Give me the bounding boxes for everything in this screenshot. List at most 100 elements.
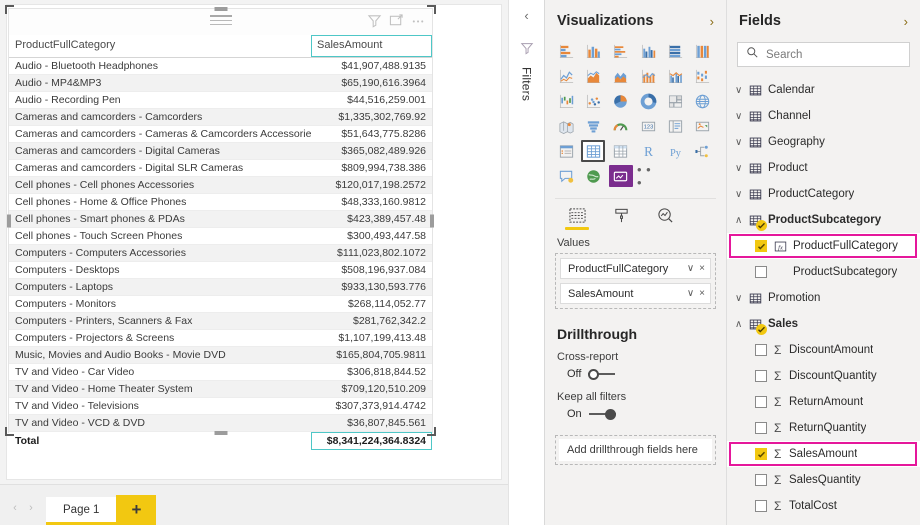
table-row[interactable]: Computers - Printers, Scanners & Fax$281…	[9, 313, 432, 330]
table-visual[interactable]: ProductFullCategory SalesAmount Audio - …	[8, 8, 433, 433]
cell-salesamount[interactable]: $423,389,457.48	[311, 211, 432, 228]
cell-category[interactable]: TV and Video - Home Theater System	[9, 381, 311, 398]
stacked-column-chart-icon[interactable]	[581, 40, 605, 62]
cell-category[interactable]: Computers - Computers Accessories	[9, 245, 311, 262]
cell-salesamount[interactable]: $365,082,489.926	[311, 143, 432, 160]
kpi-icon[interactable]	[691, 115, 715, 137]
table-row[interactable]: Computers - Monitors$268,114,052.77	[9, 296, 432, 313]
stacked-area-chart-icon[interactable]	[609, 65, 633, 87]
field-checkbox[interactable]	[755, 344, 767, 356]
cell-salesamount[interactable]: $933,130,593.776	[311, 279, 432, 296]
table-row[interactable]: Audio - Recording Pen$44,516,259.001	[9, 92, 432, 109]
line-chart-icon[interactable]	[554, 65, 578, 87]
cell-salesamount[interactable]: $36,807,845.561	[311, 415, 432, 432]
clustered-bar-chart-icon[interactable]	[609, 40, 633, 62]
donut-chart-icon[interactable]	[636, 90, 660, 112]
cell-salesamount[interactable]: $111,023,802.1072	[311, 245, 432, 262]
table-row[interactable]: Cameras and camcorders - Cameras & Camco…	[9, 126, 432, 143]
cell-category[interactable]: Audio - MP4&MP3	[9, 75, 311, 92]
cross-report-toggle[interactable]	[588, 369, 615, 380]
cell-salesamount[interactable]: $1,107,199,413.48	[311, 330, 432, 347]
cell-category[interactable]: Audio - Recording Pen	[9, 92, 311, 109]
cell-category[interactable]: Cell phones - Touch Screen Phones	[9, 228, 311, 245]
cell-salesamount[interactable]: $307,373,914.4742	[311, 398, 432, 415]
cell-salesamount[interactable]: $48,333,160.9812	[311, 194, 432, 211]
visual-drag-grip[interactable]	[210, 15, 232, 24]
cell-salesamount[interactable]: $165,804,705.9811	[311, 347, 432, 364]
waterfall-chart-icon[interactable]	[554, 90, 578, 112]
cell-category[interactable]: Music, Movies and Audio Books - Movie DV…	[9, 347, 311, 364]
table-row[interactable]: Music, Movies and Audio Books - Movie DV…	[9, 347, 432, 364]
remove-field-icon[interactable]: ×	[699, 288, 705, 299]
field-checkbox[interactable]	[755, 422, 767, 434]
line-clustered-column-chart-icon[interactable]	[663, 65, 687, 87]
field-productsubcategory[interactable]: ProductSubcategory	[727, 259, 920, 285]
cell-salesamount[interactable]: $709,120,510.209	[311, 381, 432, 398]
table-row[interactable]: Cell phones - Touch Screen Phones$300,49…	[9, 228, 432, 245]
ribbon-chart-icon[interactable]	[691, 65, 715, 87]
format-tab[interactable]	[609, 207, 633, 230]
map-icon[interactable]	[691, 90, 715, 112]
cell-salesamount[interactable]: $41,907,488.9135	[311, 58, 432, 75]
analytics-tab[interactable]	[653, 207, 677, 230]
page-prev-button[interactable]: ‹	[8, 502, 22, 514]
field-salesquantity[interactable]: ΣSalesQuantity	[727, 467, 920, 493]
cell-category[interactable]: Computers - Printers, Scanners & Fax	[9, 313, 311, 330]
cell-category[interactable]: Computers - Monitors	[9, 296, 311, 313]
cell-salesamount[interactable]: $51,643,775.8286	[311, 126, 432, 143]
field-discountamount[interactable]: ΣDiscountAmount	[727, 337, 920, 363]
decomposition-tree-icon[interactable]	[691, 140, 715, 162]
field-returnamount[interactable]: ΣReturnAmount	[727, 389, 920, 415]
table-row[interactable]: Cameras and camcorders - Camcorders$1,33…	[9, 109, 432, 126]
page-next-button[interactable]: ›	[24, 502, 38, 514]
chevron-up-icon[interactable]: ∧	[735, 319, 749, 330]
total-value[interactable]: $8,341,224,364.8324	[311, 432, 432, 450]
fields-expand-chevron-icon[interactable]: ›	[904, 14, 908, 29]
clustered-column-chart-icon[interactable]	[636, 40, 660, 62]
table-row[interactable]: TV and Video - Home Theater System$709,1…	[9, 381, 432, 398]
fields-table-calendar[interactable]: ∨Calendar	[727, 77, 920, 103]
values-well[interactable]: ProductFullCategory ∨ × SalesAmount ∨ ×	[555, 253, 716, 309]
chevron-up-icon[interactable]: ∧	[735, 215, 749, 226]
filled-map-icon[interactable]	[554, 115, 578, 137]
focus-mode-icon[interactable]	[389, 13, 404, 28]
table-row[interactable]: Computers - Projectors & Screens$1,107,1…	[9, 330, 432, 347]
chevron-down-icon[interactable]: ∨	[687, 263, 694, 274]
search-input[interactable]: Search	[737, 42, 910, 67]
cell-salesamount[interactable]: $809,994,738.386	[311, 160, 432, 177]
table-row[interactable]: Cameras and camcorders - Digital SLR Cam…	[9, 160, 432, 177]
filters-collapse-chevron-icon[interactable]: ‹	[524, 8, 528, 23]
paginated-report-icon[interactable]	[609, 165, 633, 187]
fields-tab[interactable]	[565, 207, 589, 230]
table-row[interactable]: Computers - Computers Accessories$111,02…	[9, 245, 432, 262]
field-returnquantity[interactable]: ΣReturnQuantity	[727, 415, 920, 441]
cell-salesamount[interactable]: $120,017,198.2572	[311, 177, 432, 194]
multi-row-card-icon[interactable]	[663, 115, 687, 137]
cell-category[interactable]: Computers - Laptops	[9, 279, 311, 296]
table-row[interactable]: Audio - Bluetooth Headphones$41,907,488.…	[9, 58, 432, 75]
gauge-icon[interactable]	[609, 115, 633, 137]
chevron-down-icon[interactable]: ∨	[735, 85, 749, 96]
cell-salesamount[interactable]: $1,335,302,769.92	[311, 109, 432, 126]
cell-category[interactable]: Computers - Projectors & Screens	[9, 330, 311, 347]
chevron-down-icon[interactable]: ∨	[735, 293, 749, 304]
stacked-bar-chart-icon[interactable]	[554, 40, 578, 62]
visualizations-expand-chevron-icon[interactable]: ›	[710, 14, 714, 29]
fields-table-channel[interactable]: ∨Channel	[727, 103, 920, 129]
field-checkbox[interactable]	[755, 266, 767, 278]
page-tab-page-1[interactable]: Page 1	[46, 497, 116, 525]
cell-category[interactable]: Cell phones - Smart phones & PDAs	[9, 211, 311, 228]
remove-field-icon[interactable]: ×	[699, 263, 705, 274]
keep-all-filters-toggle-row[interactable]: On	[545, 408, 726, 431]
fields-table-product[interactable]: ∨Product	[727, 155, 920, 181]
r-script-visual-icon[interactable]: R	[636, 140, 660, 162]
cell-category[interactable]: TV and Video - Televisions	[9, 398, 311, 415]
fields-table-productsubcategory[interactable]: ∧ProductSubcategory	[727, 207, 920, 233]
table-row[interactable]: Cell phones - Smart phones & PDAs$423,38…	[9, 211, 432, 228]
field-discountquantity[interactable]: ΣDiscountQuantity	[727, 363, 920, 389]
field-checkbox[interactable]	[755, 500, 767, 512]
table-row[interactable]: Audio - MP4&MP3$65,190,616.3964	[9, 75, 432, 92]
cell-category[interactable]: Cameras and camcorders - Digital SLR Cam…	[9, 160, 311, 177]
cross-report-toggle-row[interactable]: Off	[545, 368, 726, 391]
chevron-down-icon[interactable]: ∨	[735, 137, 749, 148]
